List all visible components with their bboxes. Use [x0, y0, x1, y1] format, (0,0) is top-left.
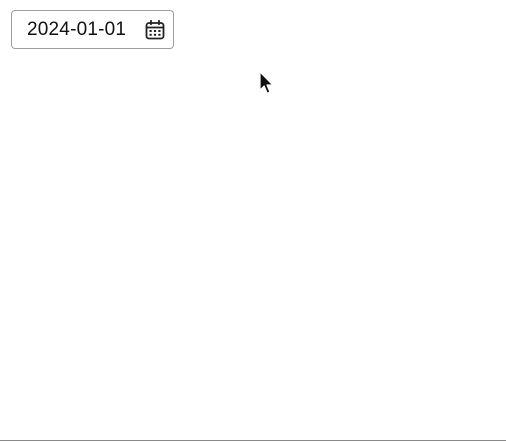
mouse-pointer-icon: [259, 71, 275, 97]
bottom-divider: [0, 440, 506, 441]
page: 2024-01-01: [0, 0, 506, 442]
date-value[interactable]: 2024-01-01: [27, 19, 143, 41]
calendar-icon[interactable]: [143, 18, 167, 42]
date-input[interactable]: 2024-01-01: [11, 10, 174, 49]
